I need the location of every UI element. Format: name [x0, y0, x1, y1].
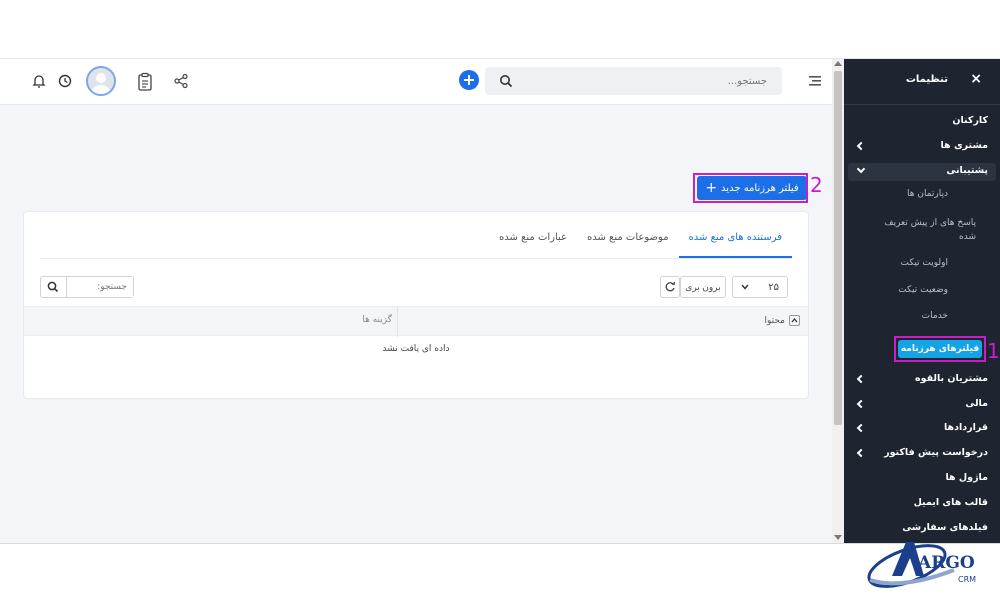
refresh-icon	[665, 281, 676, 292]
share-icon[interactable]	[173, 73, 189, 89]
tab-blocked-senders[interactable]: فرستنده های منع شده	[678, 228, 792, 258]
sidebar-item-modules[interactable]: ماژول ها	[945, 472, 988, 483]
scroll-down-arrow-icon[interactable]	[834, 535, 842, 540]
chevron-left-icon[interactable]	[856, 141, 866, 151]
sidebar-item-staff[interactable]: کارکنان	[952, 115, 988, 126]
export-button[interactable]: برون بری	[680, 276, 726, 298]
highlight-box-2	[693, 173, 808, 203]
callout-number-2: 2	[810, 173, 823, 197]
column-content-label: محتوا	[764, 315, 786, 326]
app-window: فیلتر هرزنامه جدید + 2 فرستنده های منع ش…	[0, 58, 1000, 544]
column-separator	[397, 307, 398, 337]
page-size-value: ۲۵	[768, 281, 779, 293]
sidebar-item-support[interactable]: پشتیبانی	[946, 165, 988, 176]
spam-filters-card: فرستنده های منع شده موضوعات منع شده عبار…	[23, 211, 809, 399]
sidebar-sub-ticket-priority[interactable]: اولویت تیکت	[901, 258, 948, 268]
logo-subtext: CRM	[958, 575, 976, 584]
global-search	[485, 67, 782, 95]
export-label: برون بری	[685, 281, 721, 292]
highlight-box-1	[894, 336, 986, 362]
sidebar-item-email-templates[interactable]: قالب های ایمیل	[914, 497, 988, 508]
table-search	[40, 276, 134, 298]
chevron-left-icon[interactable]	[856, 423, 866, 433]
global-search-input[interactable]	[515, 67, 775, 95]
sidebar-item-contracts[interactable]: قراردادها	[944, 422, 988, 433]
main-scrollbar[interactable]	[832, 59, 844, 543]
tabs-divider	[40, 258, 792, 259]
table-search-input[interactable]	[67, 277, 133, 297]
page-size-select[interactable]: ۲۵	[732, 276, 788, 298]
table-header: محتوا گزینه ها	[24, 306, 808, 337]
sidebar-item-estimate-requests[interactable]: درخواست پیش فاکتور	[884, 447, 988, 458]
sort-toggle-icon[interactable]	[789, 315, 800, 326]
close-icon[interactable]: ×	[970, 71, 982, 87]
search-icon[interactable]	[499, 74, 513, 88]
empty-table-message: داده ای یافت نشد	[382, 344, 450, 354]
tab-blocked-subjects[interactable]: موضوعات منع شده	[577, 228, 679, 258]
filter-tabs: فرستنده های منع شده موضوعات منع شده عبار…	[489, 228, 792, 258]
scroll-thumb[interactable]	[834, 71, 842, 425]
avatar-silhouette-icon	[92, 73, 110, 94]
bell-icon[interactable]	[31, 73, 47, 89]
sidebar-sub-services[interactable]: خدمات	[922, 311, 948, 321]
column-options-label: گزینه ها	[362, 315, 392, 325]
reload-button[interactable]	[660, 276, 680, 298]
callout-number-1: 1	[987, 339, 1000, 363]
sidebar-header: تنظیمات ×	[844, 59, 1000, 105]
main-content: فیلتر هرزنامه جدید + 2 فرستنده های منع ش…	[0, 105, 832, 543]
chevron-left-icon[interactable]	[856, 399, 866, 409]
chevron-left-icon[interactable]	[856, 448, 866, 458]
column-content[interactable]: محتوا	[764, 315, 800, 326]
top-header	[0, 59, 832, 105]
table-search-button[interactable]	[41, 277, 67, 297]
chevron-left-icon[interactable]	[856, 374, 866, 384]
logo-text: ARGO	[917, 553, 975, 573]
sidebar-item-leads[interactable]: مشتریان بالقوه	[915, 373, 988, 384]
tab-blocked-phrases[interactable]: عبارات منع شده	[489, 228, 577, 258]
sidebar-sub-predefined-replies[interactable]: پاسخ های از پیش تعریف شده	[866, 216, 976, 244]
argo-crm-logo: ARGO CRM	[867, 542, 976, 588]
quick-add-button[interactable]	[459, 70, 479, 90]
sidebar-item-customers[interactable]: مشتری ها	[940, 140, 988, 151]
sidebar-title: تنظیمات	[905, 74, 948, 85]
clipboard-icon[interactable]	[137, 72, 153, 92]
menu-icon[interactable]	[808, 74, 822, 88]
user-avatar[interactable]	[86, 66, 116, 96]
sidebar-sub-ticket-status[interactable]: وضعیت تیکت	[898, 285, 948, 295]
chevron-down-icon	[741, 284, 749, 290]
settings-sidebar: تنظیمات × کارکنان مشتری ها پشتیبانی دپار…	[844, 59, 1000, 543]
sidebar-sub-departments[interactable]: دپارتمان ها	[907, 189, 948, 199]
clock-icon[interactable]	[57, 73, 73, 89]
search-icon	[47, 281, 59, 293]
scroll-up-arrow-icon[interactable]	[834, 61, 842, 66]
sidebar-item-finance[interactable]: مالی	[965, 398, 988, 409]
